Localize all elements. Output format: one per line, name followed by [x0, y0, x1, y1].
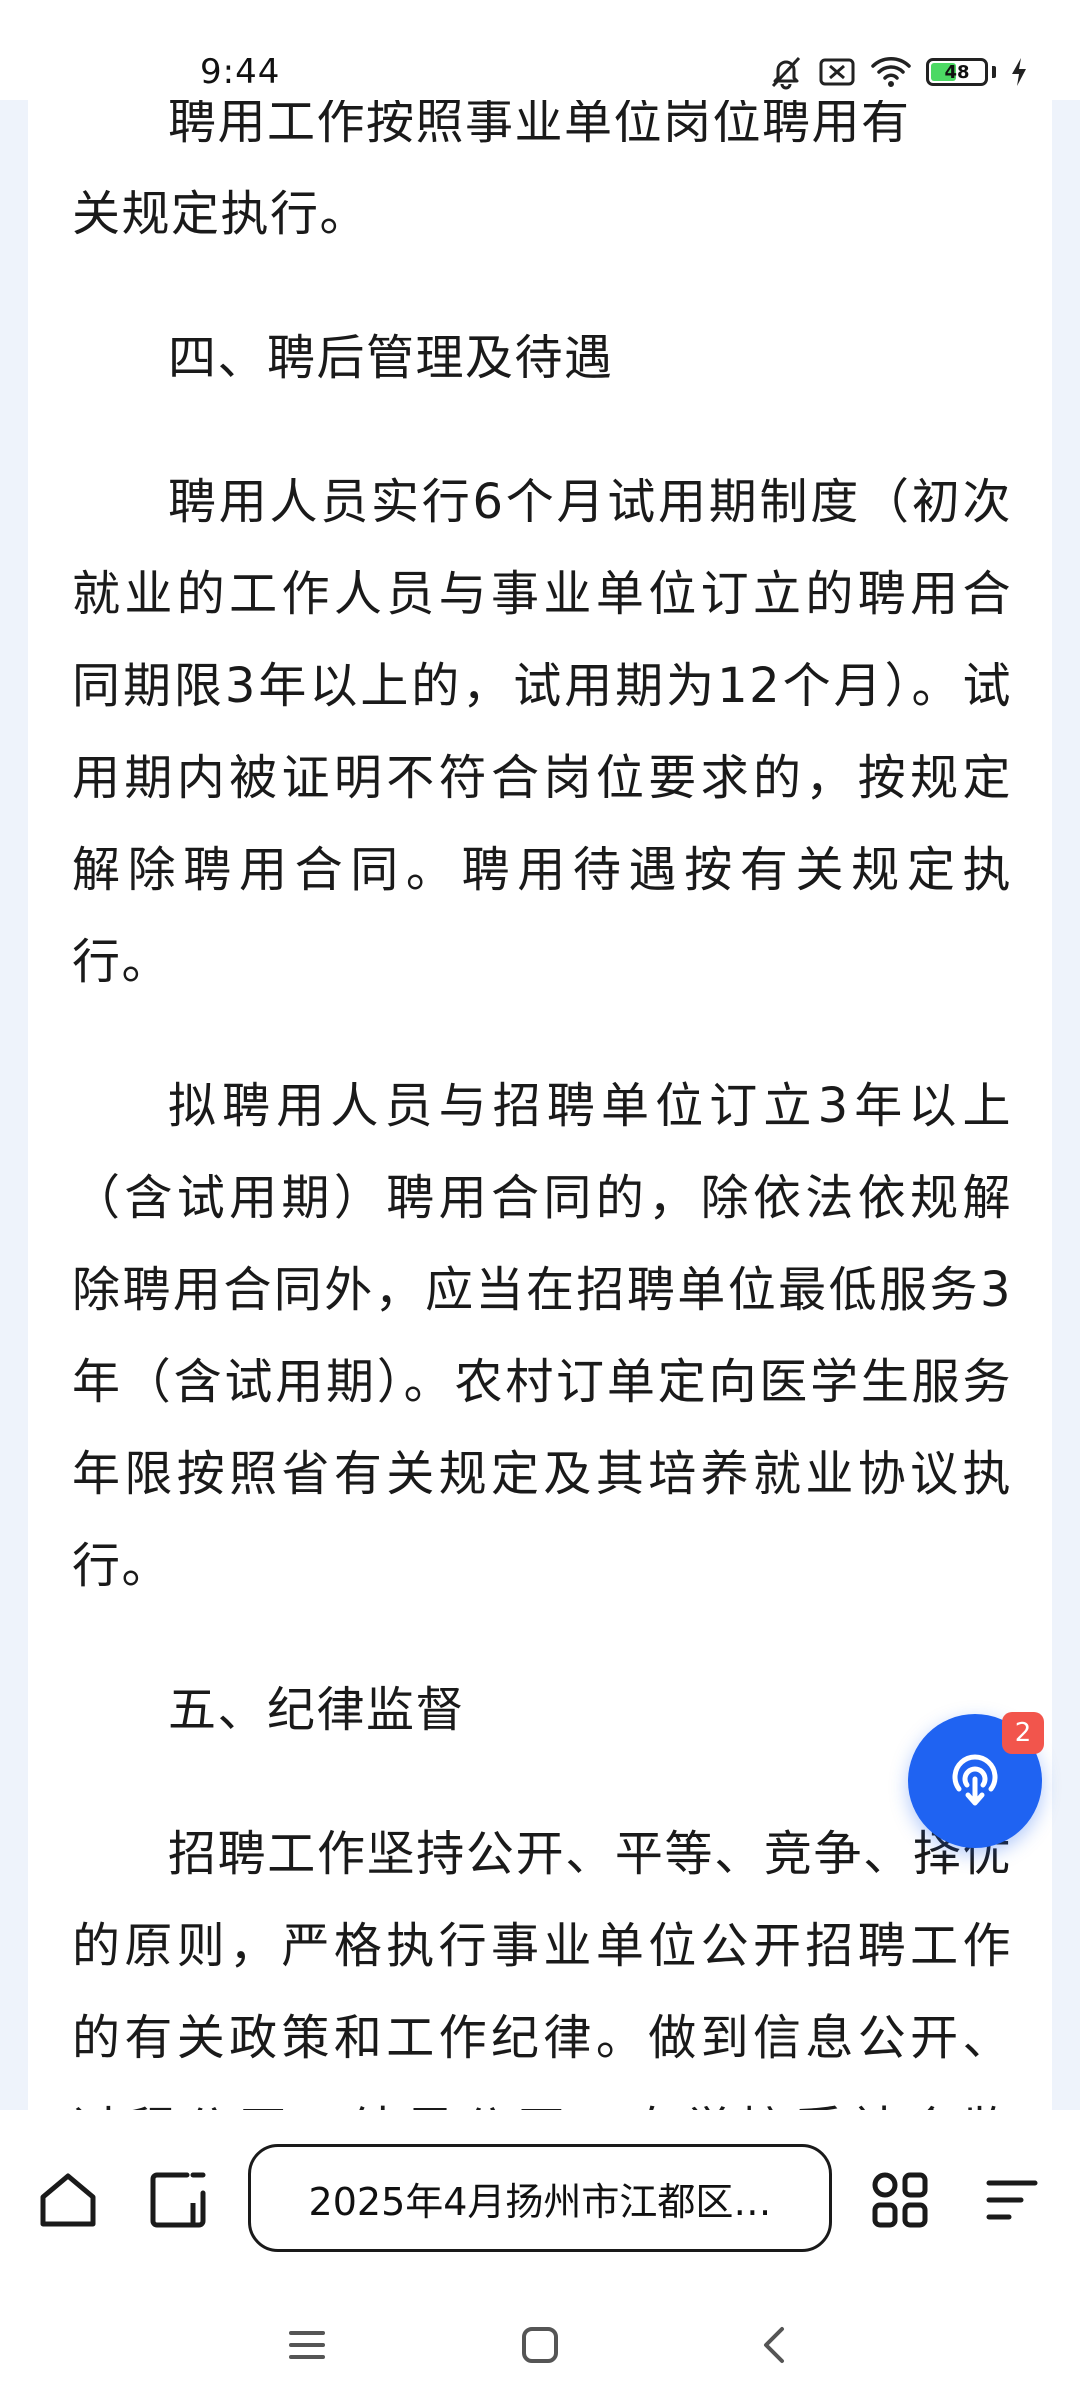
battery-cap [992, 66, 996, 78]
home-square-icon [522, 2327, 558, 2363]
menu-button[interactable] [972, 2160, 1052, 2240]
section-heading-5: 五、纪律监督 [168, 1682, 466, 1738]
article-paragraph-tail: 关规定执行。 [72, 168, 1012, 260]
home-nav-button[interactable] [505, 2310, 575, 2380]
apps-grid-icon [872, 2172, 928, 2228]
mute-bell-icon [771, 56, 801, 90]
home-button[interactable] [28, 2160, 108, 2240]
article-body[interactable]: 聘用工作按照事业单位岗位聘用有 关规定执行。 四、聘后管理及待遇 聘用人员实行6… [72, 76, 1012, 2110]
tabs-switch-icon [150, 2172, 206, 2228]
notification-badge: 2 [1002, 1712, 1044, 1754]
tabs-button[interactable] [138, 2160, 218, 2240]
paragraph-service: 拟聘用人员与招聘单位订立3年以上（含试用期）聘用合同的，除依法依规解除聘用合同外… [72, 1078, 1012, 1594]
status-time: 9:44 [200, 52, 281, 92]
section-heading-4: 四、聘后管理及待遇 [168, 330, 614, 386]
recent-apps-button[interactable] [272, 2310, 342, 2380]
battery-icon: 48 [926, 58, 988, 86]
back-chevron-icon [764, 2327, 784, 2363]
apps-button[interactable] [860, 2160, 940, 2240]
address-bar[interactable]: 2025年4月扬州市江都区… [248, 2144, 832, 2252]
home-icon [40, 2173, 96, 2227]
charging-bolt-icon [1012, 58, 1026, 86]
article-text: 聘用工作按照事业单位岗位聘用有 [168, 94, 911, 150]
paragraph-probation: 聘用人员实行6个月试用期制度（初次就业的工作人员与事业单位订立的聘用合同期限3年… [72, 474, 1012, 990]
status-bar: 9:44 48 [0, 0, 1080, 100]
no-sim-icon [819, 58, 855, 86]
paragraph-discipline: 招聘工作坚持公开、平等、竞争、择优的原则，严格执行事业单位公开招聘工作的有关政策… [72, 1826, 1012, 2110]
page-margin-left [0, 100, 28, 2110]
menu-lines-icon [986, 2180, 1038, 2220]
address-bar-text: 2025年4月扬州市江都区… [308, 2179, 772, 2224]
back-button[interactable] [740, 2310, 810, 2380]
wifi-icon [871, 57, 911, 87]
browser-toolbar: 2025年4月扬州市江都区… [0, 2110, 1080, 2290]
article-text: 关规定执行。 [72, 186, 370, 242]
system-nav-bar [0, 2290, 1080, 2400]
listen-fab-button[interactable]: 2 [908, 1712, 1044, 1848]
battery-level: 48 [944, 61, 970, 83]
status-icons: 48 [768, 54, 1028, 90]
page-margin-right [1052, 100, 1080, 2110]
listen-broadcast-icon [952, 1754, 998, 1806]
recent-apps-icon [289, 2331, 325, 2359]
